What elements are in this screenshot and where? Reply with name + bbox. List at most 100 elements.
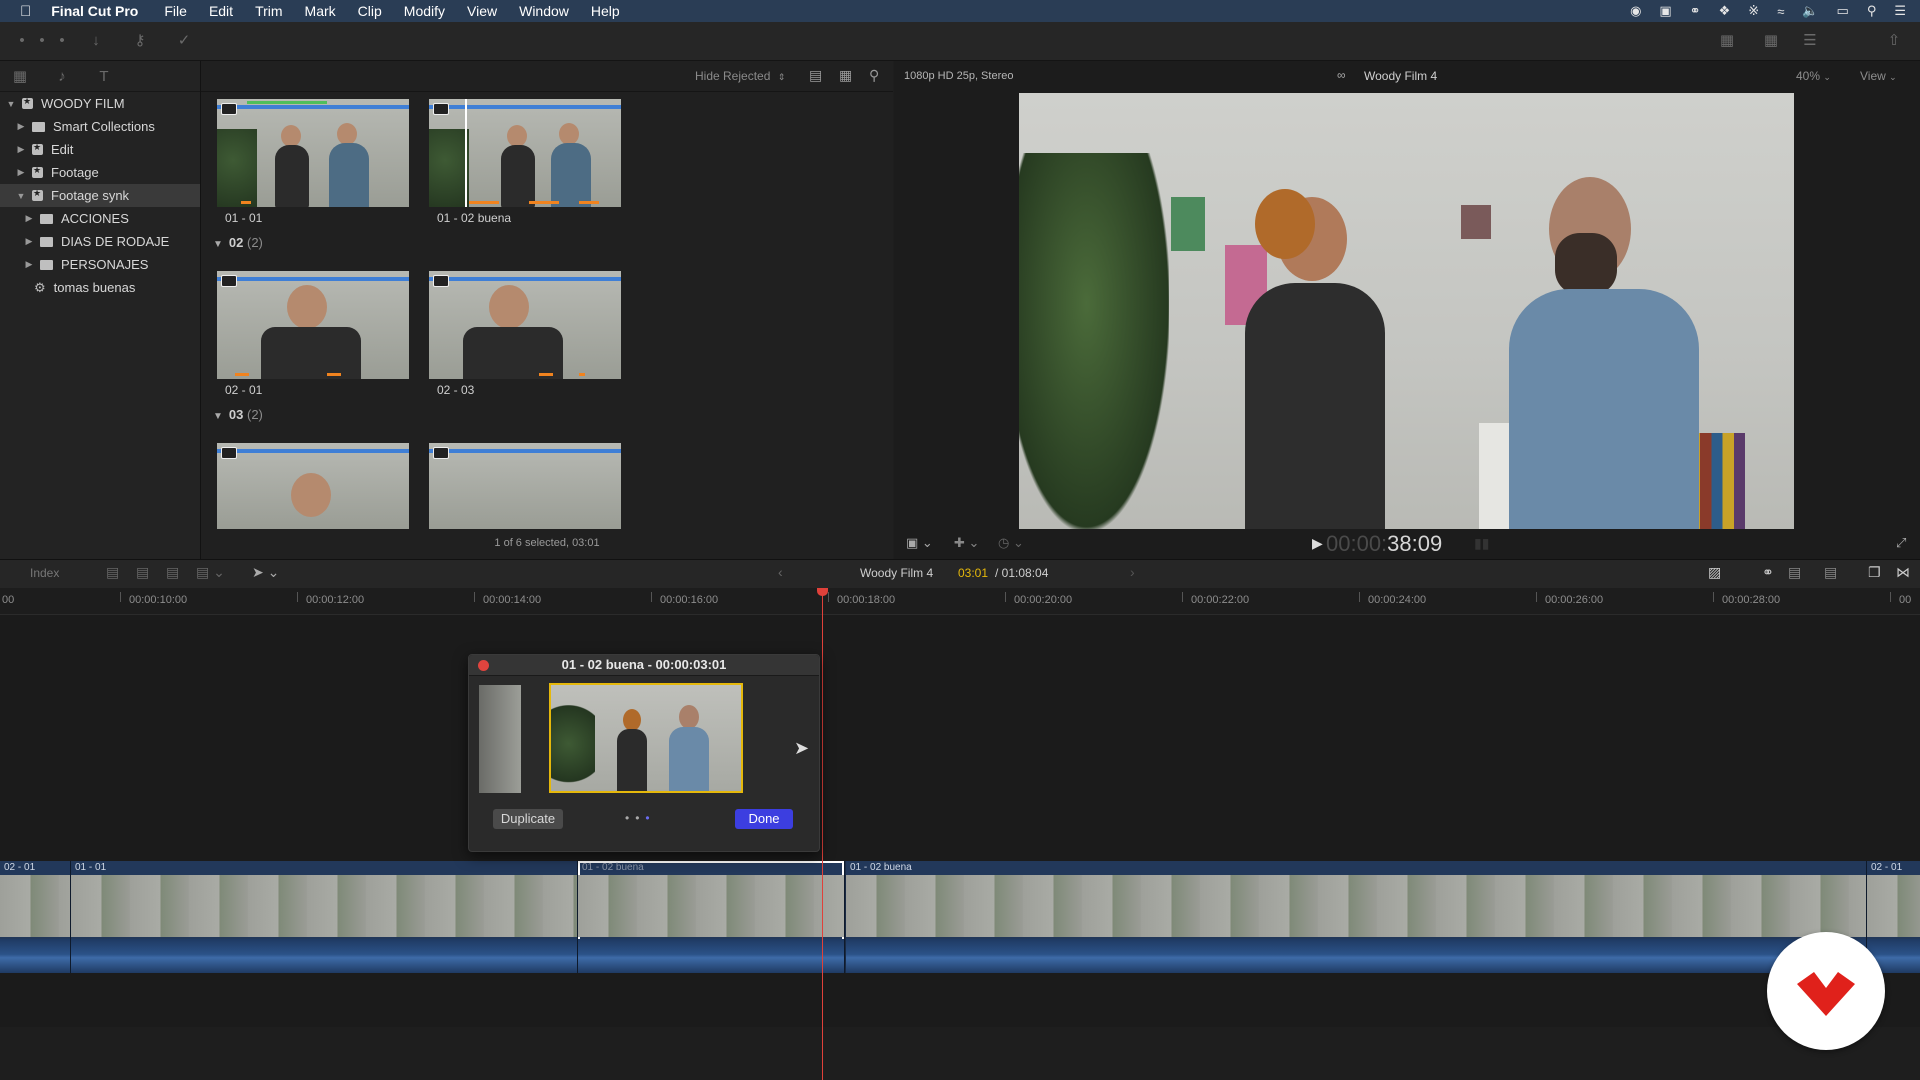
disclosure-open-icon[interactable]: ▼ [16, 191, 26, 201]
back-icon[interactable]: • [12, 31, 32, 51]
background-tasks-icon[interactable]: ✓ [174, 31, 194, 51]
sidebar-item-tomas-buenas[interactable]: ⚙ tomas buenas [0, 276, 200, 299]
browser-clip-thumb-selected[interactable] [429, 99, 621, 207]
wifi-icon[interactable]: ≈ [1777, 4, 1784, 19]
spotlight-search-icon[interactable]: ⚲ [1867, 3, 1877, 19]
disclosure-open-icon[interactable]: ▼ [6, 99, 16, 109]
timeline-clip[interactable]: 02 - 01 [0, 861, 71, 973]
clip-appearance-icon[interactable]: ❐ [1868, 564, 1881, 581]
duplicate-button[interactable]: Duplicate [493, 809, 563, 829]
notification-center-icon[interactable]: ☰ [1894, 3, 1906, 19]
layout-icon-1[interactable]: ▦ [1712, 31, 1742, 51]
menu-edit[interactable]: Edit [209, 3, 233, 19]
keyword-icon[interactable]: ⚷ [130, 31, 150, 51]
close-icon[interactable] [478, 660, 489, 671]
page-dots-indicator[interactable]: ••• [625, 811, 656, 825]
overwrite-clip-icon[interactable]: ▤ ⌄ [196, 564, 225, 581]
volume-icon[interactable]: 🔈 [1802, 3, 1818, 19]
disclosure-closed-icon[interactable]: ▶ [24, 213, 34, 224]
browser-clip-thumb[interactable] [429, 271, 621, 379]
sidebar-item-smart-collections[interactable]: ▶ Smart Collections [0, 115, 200, 138]
titles-generators-icon[interactable]: T [94, 67, 114, 87]
display-icon[interactable]: ▣ [1659, 3, 1671, 19]
menu-modify[interactable]: Modify [404, 3, 445, 19]
filter-popup[interactable]: Hide Rejected ⇕ [695, 69, 785, 83]
zoom-popup[interactable]: 40% ⌄ [1796, 69, 1831, 83]
timeline-ruler[interactable]: 00 00:00:10:00 00:00:12:00 00:00:14:00 0… [0, 588, 1920, 615]
timeline-clip[interactable]: 01 - 02 buena [846, 861, 1867, 973]
select-tool-icon[interactable]: ➤ ⌄ [252, 564, 279, 581]
group-header[interactable]: ▼ 02 (2) [213, 235, 263, 250]
battery-icon[interactable]: ▭ [1837, 3, 1849, 19]
disclosure-open-icon[interactable]: ▼ [213, 239, 223, 250]
history-back-icon[interactable]: ‹ [778, 564, 783, 580]
menu-clip[interactable]: Clip [358, 3, 382, 19]
layout-icon-2[interactable]: ▦ [1756, 31, 1786, 51]
menu-help[interactable]: Help [591, 3, 620, 19]
inspector-toggle-icon[interactable]: ☰ [1800, 31, 1820, 51]
group-header[interactable]: ▼ 03 (2) [213, 407, 263, 422]
append-clip-icon[interactable]: ▤ [166, 564, 179, 581]
timeline-clip-selected[interactable]: 01 - 02 buena [578, 861, 845, 973]
browser-clip-thumb[interactable] [429, 443, 621, 529]
done-button[interactable]: Done [735, 809, 793, 829]
play-icon[interactable]: ▶ [1312, 535, 1323, 552]
search-icon[interactable]: ⚲ [869, 67, 879, 84]
snapping-icon[interactable]: ▤ [1824, 564, 1837, 581]
sidebar-item-woody-film[interactable]: ▼ WOODY FILM [0, 92, 200, 115]
sidebar-item-acciones[interactable]: ▶ ACCIONES [0, 207, 200, 230]
import-icon[interactable]: ↓ [86, 31, 106, 51]
solo-icon[interactable]: ▤ [1788, 564, 1801, 581]
playhead[interactable] [822, 588, 823, 1080]
connect-clip-icon[interactable]: ▤ [106, 564, 119, 581]
record-icon[interactable]: ◉ [1630, 3, 1641, 19]
menu-file[interactable]: File [164, 3, 187, 19]
timeline-clip[interactable]: 01 - 01 [71, 861, 578, 973]
apple-icon[interactable]:  [20, 3, 31, 20]
timeline-area[interactable]: 02 - 01 01 - 01 01 - 02 buena 01 - 02 bu… [0, 615, 1920, 1080]
disclosure-closed-icon[interactable]: ▶ [16, 167, 26, 178]
disclosure-closed-icon[interactable]: ▶ [16, 121, 26, 132]
sidebar-item-edit[interactable]: ▶ Edit [0, 138, 200, 161]
retime-icon[interactable]: ◷ ⌄ [998, 535, 1024, 551]
browser-clip-thumb[interactable] [217, 443, 409, 529]
share-icon[interactable]: ⇧ [1884, 31, 1904, 51]
viewer-frame[interactable] [1019, 93, 1794, 529]
transform-icon[interactable]: ✚ ⌄ [954, 535, 979, 551]
browser-clip-thumb[interactable] [217, 271, 409, 379]
popover-prev-frame[interactable] [479, 685, 521, 793]
menu-window[interactable]: Window [519, 3, 569, 19]
creative-cloud-icon[interactable]: ⚭ [1690, 3, 1701, 19]
index-button[interactable]: Index [30, 566, 59, 580]
forward-icon[interactable]: • [32, 31, 52, 51]
menu-trim[interactable]: Trim [255, 3, 282, 19]
effects-browser-icon[interactable]: ⋈ [1896, 564, 1910, 581]
disclosure-open-icon[interactable]: ▼ [213, 411, 223, 422]
clip-appearance-icon[interactable]: ▤ [809, 67, 822, 84]
sidebar-item-footage-synk[interactable]: ▼ Footage synk [0, 184, 200, 207]
view-popup[interactable]: View ⌄ [1860, 69, 1897, 83]
history-forward-icon[interactable]: › [1130, 564, 1135, 580]
fullscreen-icon[interactable]: ⤢ [1896, 535, 1906, 551]
view-options-icon[interactable]: ▣ ⌄ [906, 535, 933, 551]
sidebar-item-personajes[interactable]: ▶ PERSONAJES [0, 253, 200, 276]
timecode-display[interactable]: 00:00:38:09 [1326, 531, 1442, 557]
sidebar-item-dias-de-rodaje[interactable]: ▶ DIAS DE RODAJE [0, 230, 200, 253]
menu-app-name[interactable]: Final Cut Pro [51, 3, 138, 19]
disclosure-closed-icon[interactable]: ▶ [24, 236, 34, 247]
menu-mark[interactable]: Mark [305, 3, 336, 19]
browser-clip-thumb[interactable] [217, 99, 409, 207]
step-icon[interactable]: • [52, 31, 72, 51]
libraries-icon[interactable]: ▦ [10, 67, 30, 87]
popover-current-frame[interactable] [549, 683, 743, 793]
disclosure-closed-icon[interactable]: ▶ [16, 144, 26, 155]
filmstrip-view-icon[interactable]: ▦ [839, 67, 852, 84]
audio-skimming-icon[interactable]: ⚭ [1762, 564, 1774, 581]
disclosure-closed-icon[interactable]: ▶ [24, 259, 34, 270]
dropbox-icon[interactable]: ❖ [1719, 3, 1731, 19]
photos-audio-icon[interactable]: ♪ [52, 67, 72, 87]
insert-clip-icon[interactable]: ▤ [136, 564, 149, 581]
bluetooth-icon[interactable]: ※ [1748, 3, 1759, 19]
sidebar-item-footage[interactable]: ▶ Footage [0, 161, 200, 184]
skimming-icon[interactable]: ▨ [1708, 564, 1721, 581]
